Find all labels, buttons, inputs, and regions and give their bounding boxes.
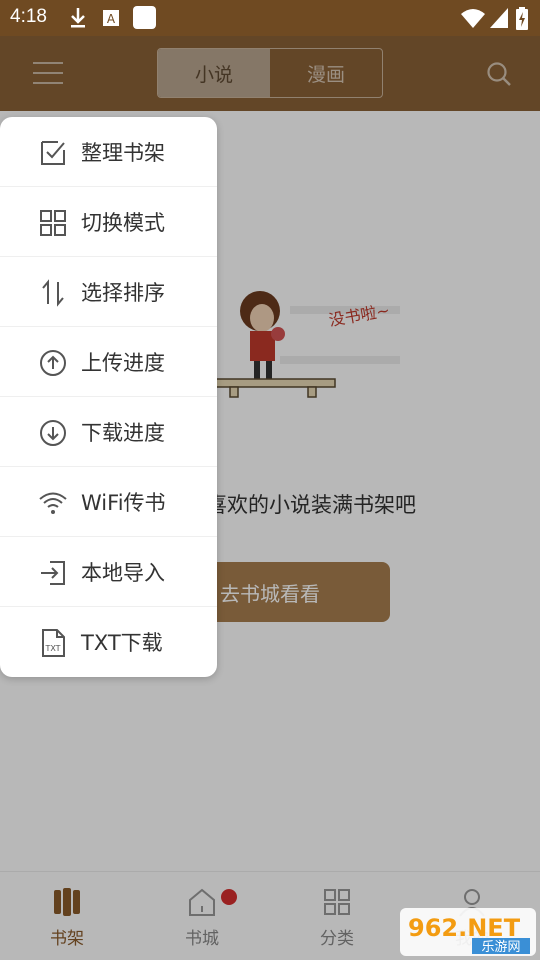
menu-item-txt-download[interactable]: TXT TXT下载 — [0, 607, 217, 677]
a-icon: A — [103, 10, 119, 26]
sort-icon — [42, 279, 64, 307]
upload-icon — [40, 350, 66, 376]
svg-text:A: A — [107, 12, 116, 26]
watermark-brand: 962.NET — [408, 914, 521, 942]
menu-item-label: WiFi传书 — [81, 490, 166, 515]
menu-item-label: 选择排序 — [81, 280, 165, 305]
menu-item-label: 整理书架 — [81, 140, 165, 165]
grid-icon — [40, 210, 66, 236]
wifi-icon — [39, 492, 67, 514]
menu-item-label: 下载进度 — [81, 420, 165, 445]
battery-icon — [516, 7, 528, 30]
menu-item-switch-mode[interactable]: 切换模式 — [0, 187, 217, 257]
watermark-logo: 962.NET 乐游网 — [400, 908, 536, 956]
download-icon — [71, 8, 85, 28]
download-circle-icon — [40, 420, 66, 446]
signal-icon — [490, 8, 508, 28]
menu-item-label: 本地导入 — [81, 560, 165, 585]
bookshelf-options-menu: 整理书架 切换模式 选择排序 上传进度 下载进度 WiFi传书 本地导入 TXT… — [0, 117, 217, 677]
menu-item-download-progress[interactable]: 下载进度 — [0, 397, 217, 467]
menu-item-local-import[interactable]: 本地导入 — [0, 537, 217, 607]
txt-file-icon: TXT — [42, 629, 65, 657]
status-bar: 4:18 A — [0, 0, 540, 36]
import-icon — [41, 561, 65, 585]
app-icon — [133, 6, 156, 29]
watermark-sub: 乐游网 — [481, 940, 520, 955]
checkbox-edit-icon — [41, 141, 65, 165]
menu-item-wifi-transfer[interactable]: WiFi传书 — [0, 467, 217, 537]
menu-item-label: 切换模式 — [81, 210, 165, 235]
menu-item-label: TXT下载 — [81, 631, 163, 655]
svg-text:TXT: TXT — [44, 644, 60, 653]
menu-item-label: 上传进度 — [81, 350, 165, 375]
menu-item-sort[interactable]: 选择排序 — [0, 257, 217, 327]
status-time: 4:18 — [10, 6, 47, 27]
wifi-icon — [461, 9, 485, 28]
menu-item-upload-progress[interactable]: 上传进度 — [0, 327, 217, 397]
menu-item-organize-shelf[interactable]: 整理书架 — [0, 117, 217, 187]
